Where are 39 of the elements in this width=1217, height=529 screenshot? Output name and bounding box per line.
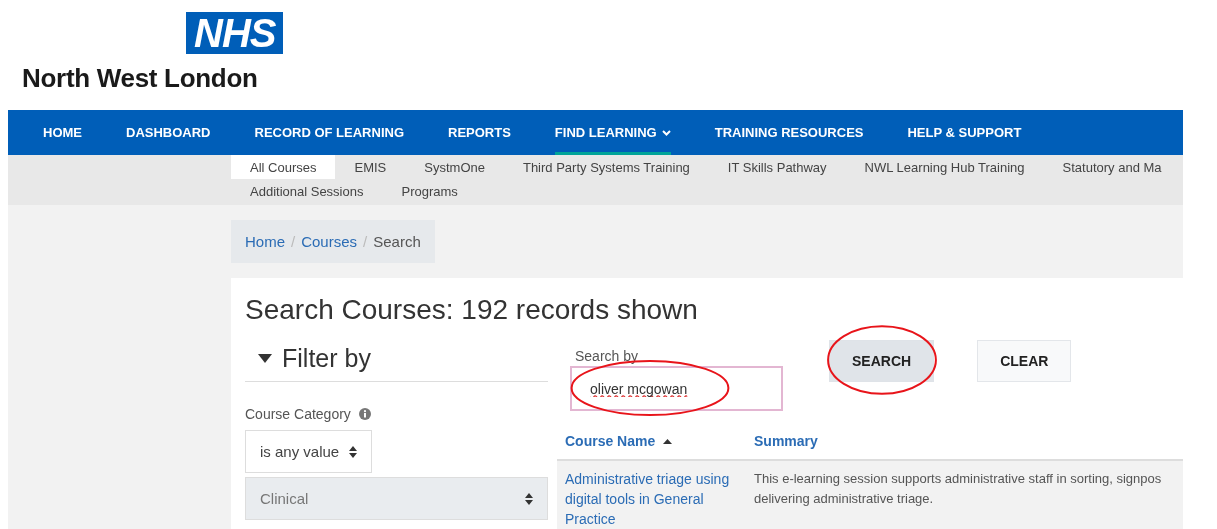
nav-link[interactable]: DASHBOARD	[126, 110, 211, 155]
operator-select[interactable]: is any value	[245, 430, 372, 473]
sub-nav-link[interactable]: SystmOne	[405, 155, 504, 179]
sub-nav-link[interactable]: IT Skills Pathway	[708, 155, 846, 179]
field-label: Search by	[574, 348, 640, 364]
nav-link[interactable]: HOME	[43, 110, 82, 155]
nav-link[interactable]: RECORD OF LEARNING	[254, 110, 404, 155]
caret-down-icon[interactable]	[258, 354, 272, 363]
category-select[interactable]: Clinical	[245, 477, 548, 520]
filter-heading: Filter by	[282, 344, 371, 373]
column-header[interactable]: Summary	[754, 433, 818, 449]
breadcrumb-link[interactable]: Courses	[301, 233, 358, 250]
sort-arrows-icon	[525, 492, 533, 505]
sub-nav-link[interactable]: Programs	[382, 179, 477, 203]
nav-link[interactable]: REPORTS	[448, 110, 511, 155]
sub-nav-link[interactable]: Additional Sessions	[231, 179, 383, 203]
search-button[interactable]: SEARCH	[829, 340, 935, 382]
sub-nav-link[interactable]: Third Party Systems Training	[503, 155, 709, 179]
search-field[interactable]: oliver mcgowan	[570, 366, 783, 411]
sub-nav-link[interactable]: NWL Learning Hub Training	[845, 155, 1044, 179]
nav-link[interactable]: HELP & SUPPORT	[907, 110, 1022, 155]
breadcrumb-separator: /	[291, 233, 296, 250]
course-summary: This e-learning session supports administrative staff in sorting, signpos delivering administrative triage.	[754, 470, 1163, 508]
breadcrumb-separator: /	[363, 233, 368, 250]
sort-arrows-icon	[349, 445, 357, 458]
clear-button[interactable]: CLEAR	[977, 340, 1072, 382]
organisation-name: North West London	[22, 63, 258, 94]
nhs-logo: NHS	[186, 12, 284, 54]
sub-nav-link[interactable]: All Courses	[231, 155, 336, 179]
column-header[interactable]: Course Name	[565, 433, 673, 449]
page-heading: Search Courses: 192 records shown	[245, 294, 699, 326]
page-title-text: Search	[373, 233, 421, 250]
sub-nav-link[interactable]: Statutory and Ma	[1043, 155, 1181, 179]
field-label: Course Category	[245, 406, 351, 422]
breadcrumb-link[interactable]: Home	[245, 233, 285, 250]
sort-up-icon	[663, 438, 673, 444]
sub-nav-link[interactable]: EMIS	[335, 155, 406, 179]
nav-link[interactable]: TRAINING RESOURCES	[714, 110, 864, 155]
info-icon[interactable]	[358, 408, 371, 420]
